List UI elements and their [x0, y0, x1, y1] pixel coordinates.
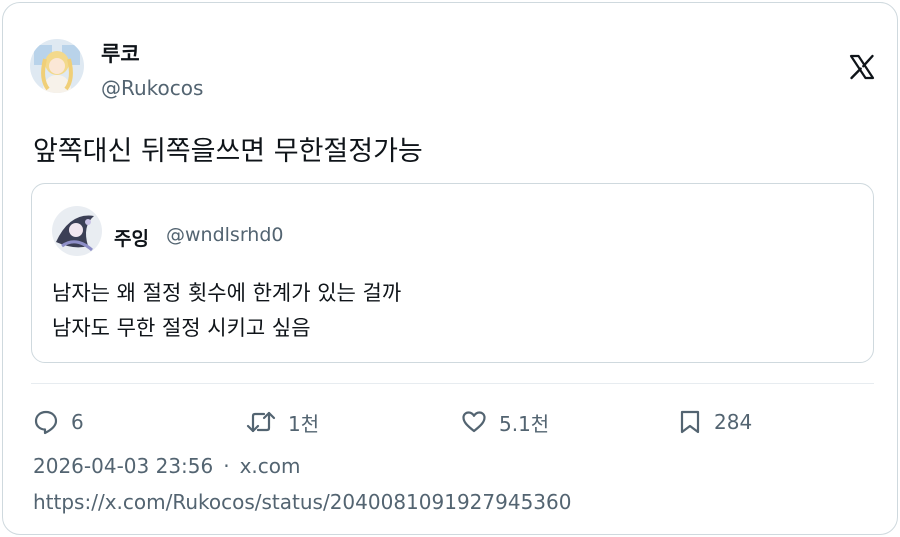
bookmark-icon — [678, 409, 702, 435]
retweet-count: 1천 — [288, 411, 320, 436]
quoted-tweet-text: 남자는 왜 절정 횟수에 한계가 있는 걸까 남자도 무한 절정 시키고 싶음 — [52, 276, 401, 346]
x-logo-icon[interactable] — [849, 54, 875, 80]
timestamp[interactable]: 2026-04-03 23:56 — [33, 454, 213, 478]
reply-button[interactable]: 6 — [33, 405, 84, 439]
author-handle[interactable]: @Rukocos — [101, 76, 203, 100]
like-button[interactable]: 5.1천 — [461, 405, 549, 439]
reply-icon — [33, 409, 59, 435]
quoted-author-avatar[interactable] — [52, 206, 102, 256]
tweet-card: 루코 @Rukocos 앞쪽대신 뒤쪽을쓰면 무한절정가능 주잉 @wndlsr… — [2, 2, 898, 535]
author-avatar[interactable] — [30, 39, 84, 93]
quoted-tweet[interactable]: 주잉 @wndlsrhd0 남자는 왜 절정 횟수에 한계가 있는 걸까 남자도… — [31, 183, 874, 363]
tweet-url[interactable]: https://x.com/Rukocos/status/20400810919… — [33, 490, 571, 514]
heart-icon — [461, 409, 487, 435]
retweet-icon — [246, 409, 276, 435]
like-count: 5.1천 — [499, 411, 550, 436]
meta-separator: · — [223, 454, 230, 478]
quoted-text-line: 남자도 무한 절정 시키고 싶음 — [52, 316, 311, 340]
quoted-text-line: 남자는 왜 절정 횟수에 한계가 있는 걸까 — [52, 281, 402, 305]
tweet-meta: 2026-04-03 23:56 · x.com — [33, 454, 301, 478]
reply-count: 6 — [71, 410, 84, 434]
quoted-display-name[interactable]: 주잉 — [114, 224, 149, 251]
divider — [31, 383, 874, 384]
bookmark-button[interactable]: 284 — [678, 405, 752, 439]
tweet-text: 앞쪽대신 뒤쪽을쓰면 무한절정가능 — [33, 136, 423, 167]
retweet-button[interactable]: 1천 — [246, 405, 319, 439]
quoted-handle[interactable]: @wndlsrhd0 — [166, 224, 284, 246]
author-display-name[interactable]: 루코 — [101, 38, 140, 68]
bookmark-count: 284 — [714, 410, 753, 434]
source-link[interactable]: x.com — [240, 454, 301, 478]
